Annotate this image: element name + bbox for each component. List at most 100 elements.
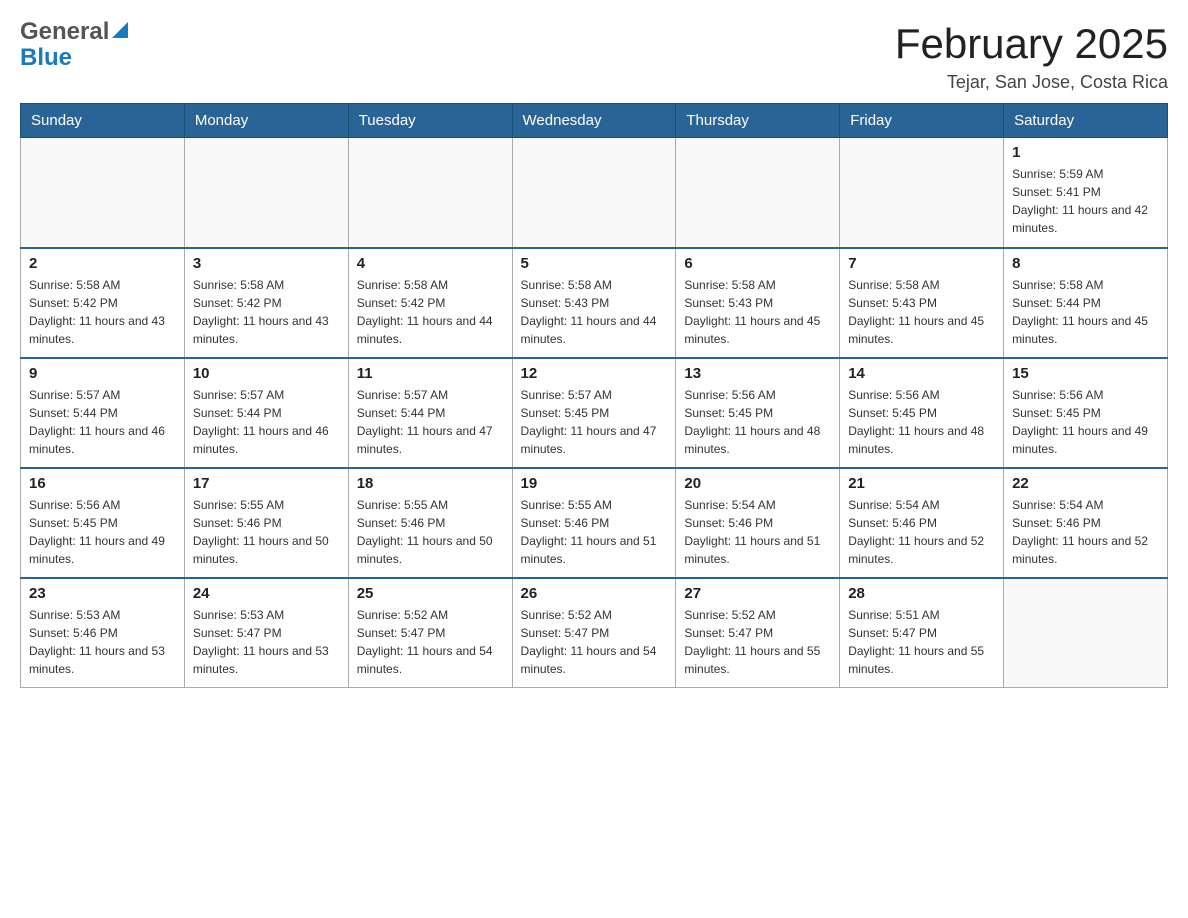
day-info: Sunrise: 5:58 AMSunset: 5:43 PMDaylight:… <box>521 276 668 348</box>
calendar-cell-w1-d2 <box>348 138 512 248</box>
day-info: Sunrise: 5:58 AMSunset: 5:43 PMDaylight:… <box>848 276 995 348</box>
calendar-cell-w3-d4: 13 Sunrise: 5:56 AMSunset: 5:45 PMDayligh… <box>676 358 840 468</box>
day-info: Sunrise: 5:54 AMSunset: 5:46 PMDaylight:… <box>1012 496 1159 568</box>
calendar-cell-w2-d3: 5 Sunrise: 5:58 AMSunset: 5:43 PMDaylight… <box>512 248 676 358</box>
day-number: 6 <box>684 255 831 272</box>
day-number: 14 <box>848 365 995 382</box>
header-thursday: Thursday <box>676 104 840 138</box>
day-number: 15 <box>1012 365 1159 382</box>
calendar-cell-w4-d5: 21 Sunrise: 5:54 AMSunset: 5:46 PMDayligh… <box>840 468 1004 578</box>
day-info: Sunrise: 5:58 AMSunset: 5:42 PMDaylight:… <box>193 276 340 348</box>
calendar-cell-w2-d1: 3 Sunrise: 5:58 AMSunset: 5:42 PMDaylight… <box>184 248 348 358</box>
calendar-cell-w4-d2: 18 Sunrise: 5:55 AMSunset: 5:46 PMDayligh… <box>348 468 512 578</box>
day-info: Sunrise: 5:52 AMSunset: 5:47 PMDaylight:… <box>684 606 831 678</box>
calendar-cell-w2-d2: 4Sunrise: 5:58 AMSunset: 5:42 PMDaylight… <box>348 248 512 358</box>
calendar-cell-w4-d6: 22Sunrise: 5:54 AMSunset: 5:46 PMDayligh… <box>1004 468 1168 578</box>
calendar-cell-w3-d3: 12 Sunrise: 5:57 AMSunset: 5:45 PMDayligh… <box>512 358 676 468</box>
day-info: Sunrise: 5:57 AMSunset: 5:44 PMDaylight:… <box>29 386 176 458</box>
day-info: Sunrise: 5:54 AMSunset: 5:46 PMDaylight:… <box>848 496 995 568</box>
header-wednesday: Wednesday <box>512 104 676 138</box>
day-info: Sunrise: 5:57 AMSunset: 5:45 PMDaylight:… <box>521 386 668 458</box>
title-section: February 2025 Tejar, San Jose, Costa Ric… <box>895 20 1168 93</box>
calendar-cell-w3-d0: 9 Sunrise: 5:57 AMSunset: 5:44 PMDaylight… <box>21 358 185 468</box>
calendar-week-2: 2 Sunrise: 5:58 AMSunset: 5:42 PMDaylight… <box>21 248 1168 358</box>
day-info: Sunrise: 5:58 AMSunset: 5:42 PMDaylight:… <box>29 276 176 348</box>
calendar-cell-w4-d0: 16 Sunrise: 5:56 AMSunset: 5:45 PMDayligh… <box>21 468 185 578</box>
calendar-week-4: 16 Sunrise: 5:56 AMSunset: 5:45 PMDayligh… <box>21 468 1168 578</box>
day-number: 1 <box>1012 144 1159 161</box>
day-number: 5 <box>521 255 668 272</box>
day-info: Sunrise: 5:57 AMSunset: 5:44 PMDaylight:… <box>357 386 504 458</box>
logo-general-text: General <box>20 20 109 44</box>
header-monday: Monday <box>184 104 348 138</box>
day-number: 28 <box>848 585 995 602</box>
day-info: Sunrise: 5:56 AMSunset: 5:45 PMDaylight:… <box>684 386 831 458</box>
day-info: Sunrise: 5:53 AMSunset: 5:47 PMDaylight:… <box>193 606 340 678</box>
calendar-cell-w5-d2: 25Sunrise: 5:52 AMSunset: 5:47 PMDayligh… <box>348 578 512 688</box>
calendar-cell-w5-d0: 23Sunrise: 5:53 AMSunset: 5:46 PMDayligh… <box>21 578 185 688</box>
calendar-cell-w1-d0 <box>21 138 185 248</box>
calendar-cell-w1-d4 <box>676 138 840 248</box>
calendar-cell-w3-d1: 10 Sunrise: 5:57 AMSunset: 5:44 PMDayligh… <box>184 358 348 468</box>
day-number: 13 <box>684 365 831 382</box>
day-number: 2 <box>29 255 176 272</box>
calendar-week-3: 9 Sunrise: 5:57 AMSunset: 5:44 PMDaylight… <box>21 358 1168 468</box>
day-info: Sunrise: 5:58 AMSunset: 5:42 PMDaylight:… <box>357 276 504 348</box>
day-info: Sunrise: 5:55 AMSunset: 5:46 PMDaylight:… <box>521 496 668 568</box>
day-number: 10 <box>193 365 340 382</box>
calendar-cell-w5-d1: 24 Sunrise: 5:53 AMSunset: 5:47 PMDayligh… <box>184 578 348 688</box>
calendar-cell-w1-d3 <box>512 138 676 248</box>
header-saturday: Saturday <box>1004 104 1168 138</box>
logo-blue-text: Blue <box>20 44 72 72</box>
calendar-cell-w4-d1: 17Sunrise: 5:55 AMSunset: 5:46 PMDayligh… <box>184 468 348 578</box>
calendar-cell-w1-d5 <box>840 138 1004 248</box>
day-number: 7 <box>848 255 995 272</box>
day-number: 19 <box>521 475 668 492</box>
calendar-cell-w2-d5: 7 Sunrise: 5:58 AMSunset: 5:43 PMDaylight… <box>840 248 1004 358</box>
logo: General Blue <box>20 20 128 72</box>
day-info: Sunrise: 5:53 AMSunset: 5:46 PMDaylight:… <box>29 606 176 678</box>
day-info: Sunrise: 5:54 AMSunset: 5:46 PMDaylight:… <box>684 496 831 568</box>
calendar-cell-w5-d3: 26 Sunrise: 5:52 AMSunset: 5:47 PMDayligh… <box>512 578 676 688</box>
day-info: Sunrise: 5:58 AMSunset: 5:43 PMDaylight:… <box>684 276 831 348</box>
day-info: Sunrise: 5:57 AMSunset: 5:44 PMDaylight:… <box>193 386 340 458</box>
calendar-cell-w1-d1 <box>184 138 348 248</box>
day-number: 25 <box>357 585 504 602</box>
calendar-cell-w5-d6 <box>1004 578 1168 688</box>
calendar-cell-w3-d6: 15 Sunrise: 5:56 AMSunset: 5:45 PMDayligh… <box>1004 358 1168 468</box>
calendar-cell-w2-d6: 8Sunrise: 5:58 AMSunset: 5:44 PMDaylight… <box>1004 248 1168 358</box>
calendar-cell-w3-d5: 14 Sunrise: 5:56 AMSunset: 5:45 PMDayligh… <box>840 358 1004 468</box>
calendar-cell-w4-d3: 19 Sunrise: 5:55 AMSunset: 5:46 PMDayligh… <box>512 468 676 578</box>
day-number: 18 <box>357 475 504 492</box>
day-number: 21 <box>848 475 995 492</box>
day-info: Sunrise: 5:52 AMSunset: 5:47 PMDaylight:… <box>521 606 668 678</box>
calendar-cell-w2-d4: 6 Sunrise: 5:58 AMSunset: 5:43 PMDaylight… <box>676 248 840 358</box>
header-friday: Friday <box>840 104 1004 138</box>
day-number: 26 <box>521 585 668 602</box>
day-info: Sunrise: 5:56 AMSunset: 5:45 PMDaylight:… <box>848 386 995 458</box>
day-info: Sunrise: 5:59 AMSunset: 5:41 PMDaylight:… <box>1012 165 1159 237</box>
day-number: 27 <box>684 585 831 602</box>
day-number: 3 <box>193 255 340 272</box>
page-header: General Blue February 2025 Tejar, San Jo… <box>20 20 1168 93</box>
header-sunday: Sunday <box>21 104 185 138</box>
weekday-header-row: Sunday Monday Tuesday Wednesday Thursday… <box>21 104 1168 138</box>
day-number: 24 <box>193 585 340 602</box>
day-number: 8 <box>1012 255 1159 272</box>
day-number: 20 <box>684 475 831 492</box>
day-number: 16 <box>29 475 176 492</box>
day-info: Sunrise: 5:56 AMSunset: 5:45 PMDaylight:… <box>1012 386 1159 458</box>
day-info: Sunrise: 5:56 AMSunset: 5:45 PMDaylight:… <box>29 496 176 568</box>
day-number: 9 <box>29 365 176 382</box>
day-info: Sunrise: 5:55 AMSunset: 5:46 PMDaylight:… <box>357 496 504 568</box>
calendar-table: Sunday Monday Tuesday Wednesday Thursday… <box>20 103 1168 688</box>
location-subtitle: Tejar, San Jose, Costa Rica <box>895 72 1168 93</box>
calendar-week-1: 1 Sunrise: 5:59 AMSunset: 5:41 PMDaylight… <box>21 138 1168 248</box>
calendar-cell-w5-d4: 27 Sunrise: 5:52 AMSunset: 5:47 PMDayligh… <box>676 578 840 688</box>
day-number: 17 <box>193 475 340 492</box>
day-number: 12 <box>521 365 668 382</box>
calendar-cell-w1-d6: 1 Sunrise: 5:59 AMSunset: 5:41 PMDaylight… <box>1004 138 1168 248</box>
day-number: 11 <box>357 365 504 382</box>
calendar-week-5: 23Sunrise: 5:53 AMSunset: 5:46 PMDayligh… <box>21 578 1168 688</box>
day-info: Sunrise: 5:51 AMSunset: 5:47 PMDaylight:… <box>848 606 995 678</box>
